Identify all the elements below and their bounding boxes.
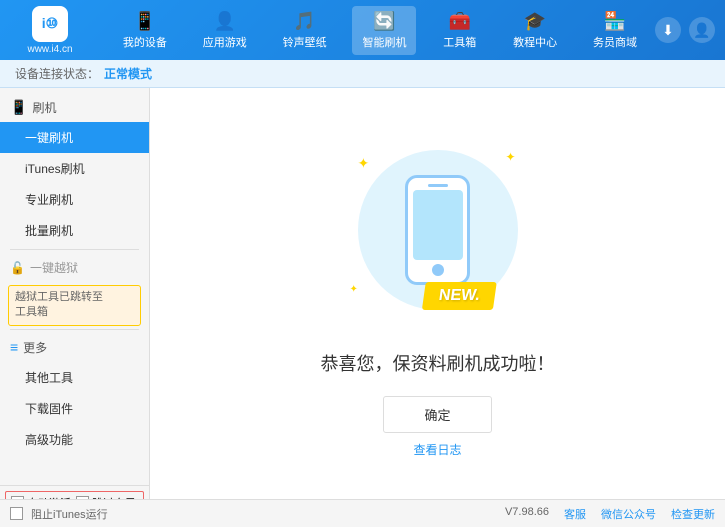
sidebar-divider-2: [10, 329, 139, 330]
nav-ringtone[interactable]: 🎵 铃声壁纸: [273, 6, 337, 55]
nav-ringtone-label: 铃声壁纸: [283, 34, 327, 50]
success-illustration: ✦ ✦ ✦ NEW.: [338, 130, 538, 330]
more-section-label: 更多: [23, 339, 47, 356]
phone-speaker: [428, 184, 448, 187]
activate-options-row: 自动激活 跳过向导: [5, 491, 144, 499]
jailbreak-icon: 🔓: [10, 261, 25, 275]
wechat-link[interactable]: 微信公众号: [601, 506, 656, 522]
version-label: V7.98.66: [505, 506, 549, 522]
main-layout: 📱 刷机 一键刷机 iTunes刷机 专业刷机 批量刷机 🔓 一键越狱 越狱工具…: [0, 88, 725, 499]
sidebar-item-download-firmware[interactable]: 下载固件: [0, 393, 149, 424]
phone-screen: [413, 190, 463, 260]
auto-activate-label: 自动激活: [27, 495, 71, 499]
sparkle-bl: ✦: [350, 284, 358, 295]
app-games-icon: 👤: [214, 11, 236, 32]
nav-smart-flash[interactable]: 🔄 智能刷机: [352, 6, 416, 55]
sidebar-item-other-tools[interactable]: 其他工具: [0, 362, 149, 393]
guide-activate-label: 跳过向导: [92, 495, 136, 499]
guide-activate-option[interactable]: 跳过向导: [76, 495, 136, 499]
sidebar-item-itunes-flash[interactable]: iTunes刷机: [0, 153, 149, 184]
status-bar: 设备连接状态： 正常模式: [0, 60, 725, 88]
footer-right: V7.98.66 客服 微信公众号 检查更新: [505, 506, 715, 522]
sidebar-divider-1: [10, 249, 139, 250]
success-message: 恭喜您，保资料刷机成功啦！: [321, 350, 555, 376]
auto-activate-option[interactable]: 自动激活: [11, 495, 71, 499]
nav-app-games-label: 应用游戏: [203, 34, 247, 50]
view-log-link[interactable]: 查看日志: [413, 441, 461, 458]
sidebar-jailbreak-note: 越狱工具已跳转至工具箱: [8, 285, 141, 326]
itunes-label: 阻止iTunes运行: [31, 506, 108, 522]
sidebar-flash-header: 📱 刷机: [0, 93, 149, 122]
content-area: ✦ ✦ ✦ NEW. 恭喜您，保资料刷机成功啦！ 确定 查看日志: [150, 88, 725, 499]
phone-home-button: [432, 264, 444, 276]
footer-left: 阻止iTunes运行: [10, 506, 108, 522]
sidebar-more-header: ≡ 更多: [0, 333, 149, 362]
nav-my-device[interactable]: 📱 我的设备: [113, 6, 177, 55]
header-right: ⬇ 👤: [655, 17, 715, 43]
nav-smart-flash-label: 智能刷机: [362, 34, 406, 50]
customer-service-link[interactable]: 客服: [564, 506, 586, 522]
smart-flash-icon: 🔄: [373, 11, 395, 32]
sidebar-item-one-key-flash[interactable]: 一键刷机: [0, 122, 149, 153]
flash-section-icon: 📱: [10, 99, 27, 116]
sparkle-tl: ✦: [358, 155, 370, 172]
phone-body: [405, 175, 470, 285]
nav-service-label: 务员商域: [593, 34, 637, 50]
download-button[interactable]: ⬇: [655, 17, 681, 43]
logo: i⑩ www.i4.cn: [10, 6, 90, 55]
nav-toolbox[interactable]: 🧰 工具箱: [432, 6, 487, 55]
sidebar-section-jailbreak: 🔓 一键越狱 越狱工具已跳转至工具箱: [0, 253, 149, 326]
sidebar-device-area: 自动激活 跳过向导 📱 iPhone 15 Pro Max 512GB iPho…: [0, 485, 149, 499]
new-badge: NEW.: [421, 282, 496, 310]
guide-activate-checkbox[interactable]: [76, 496, 89, 499]
sidebar: 📱 刷机 一键刷机 iTunes刷机 专业刷机 批量刷机 🔓 一键越狱 越狱工具…: [0, 88, 150, 499]
nav-my-device-label: 我的设备: [123, 34, 167, 50]
my-device-icon: 📱: [134, 11, 156, 32]
nav-tutorial-label: 教程中心: [513, 34, 557, 50]
toolbox-icon: 🧰: [449, 11, 471, 32]
header: i⑩ www.i4.cn 📱 我的设备 👤 应用游戏 🎵 铃声壁纸 🔄 智能刷机…: [0, 0, 725, 60]
status-value: 正常模式: [104, 65, 152, 82]
service-icon: 🏪: [604, 11, 626, 32]
sidebar-item-advanced[interactable]: 高级功能: [0, 424, 149, 455]
nav-app-games[interactable]: 👤 应用游戏: [193, 6, 257, 55]
sidebar-section-flash: 📱 刷机 一键刷机 iTunes刷机 专业刷机 批量刷机: [0, 93, 149, 246]
auto-activate-checkbox[interactable]: [11, 496, 24, 499]
sidebar-item-batch-flash[interactable]: 批量刷机: [0, 215, 149, 246]
sidebar-section-more: ≡ 更多 其他工具 下载固件 高级功能: [0, 333, 149, 455]
sidebar-jailbreak-header: 🔓 一键越狱: [0, 253, 149, 282]
flash-section-label: 刷机: [32, 99, 56, 116]
tutorial-icon: 🎓: [524, 11, 546, 32]
confirm-button[interactable]: 确定: [383, 396, 491, 433]
user-button[interactable]: 👤: [689, 17, 715, 43]
sidebar-item-pro-flash[interactable]: 专业刷机: [0, 184, 149, 215]
more-section-icon: ≡: [10, 339, 18, 355]
nav-tutorial[interactable]: 🎓 教程中心: [503, 6, 567, 55]
sparkle-tr: ✦: [505, 150, 515, 164]
logo-icon: i⑩: [32, 6, 68, 42]
nav-toolbox-label: 工具箱: [443, 34, 476, 50]
ringtone-icon: 🎵: [293, 11, 315, 32]
nav-bar: 📱 我的设备 👤 应用游戏 🎵 铃声壁纸 🔄 智能刷机 🧰 工具箱 🎓 教程中心…: [105, 6, 655, 55]
nav-service[interactable]: 🏪 务员商域: [583, 6, 647, 55]
itunes-checkbox[interactable]: [10, 507, 23, 520]
check-update-link[interactable]: 检查更新: [671, 506, 715, 522]
footer: 阻止iTunes运行 V7.98.66 客服 微信公众号 检查更新: [0, 499, 725, 527]
jailbreak-label: 一键越狱: [30, 259, 78, 276]
logo-url: www.i4.cn: [27, 44, 72, 55]
status-prefix: 设备连接状态：: [15, 65, 99, 82]
